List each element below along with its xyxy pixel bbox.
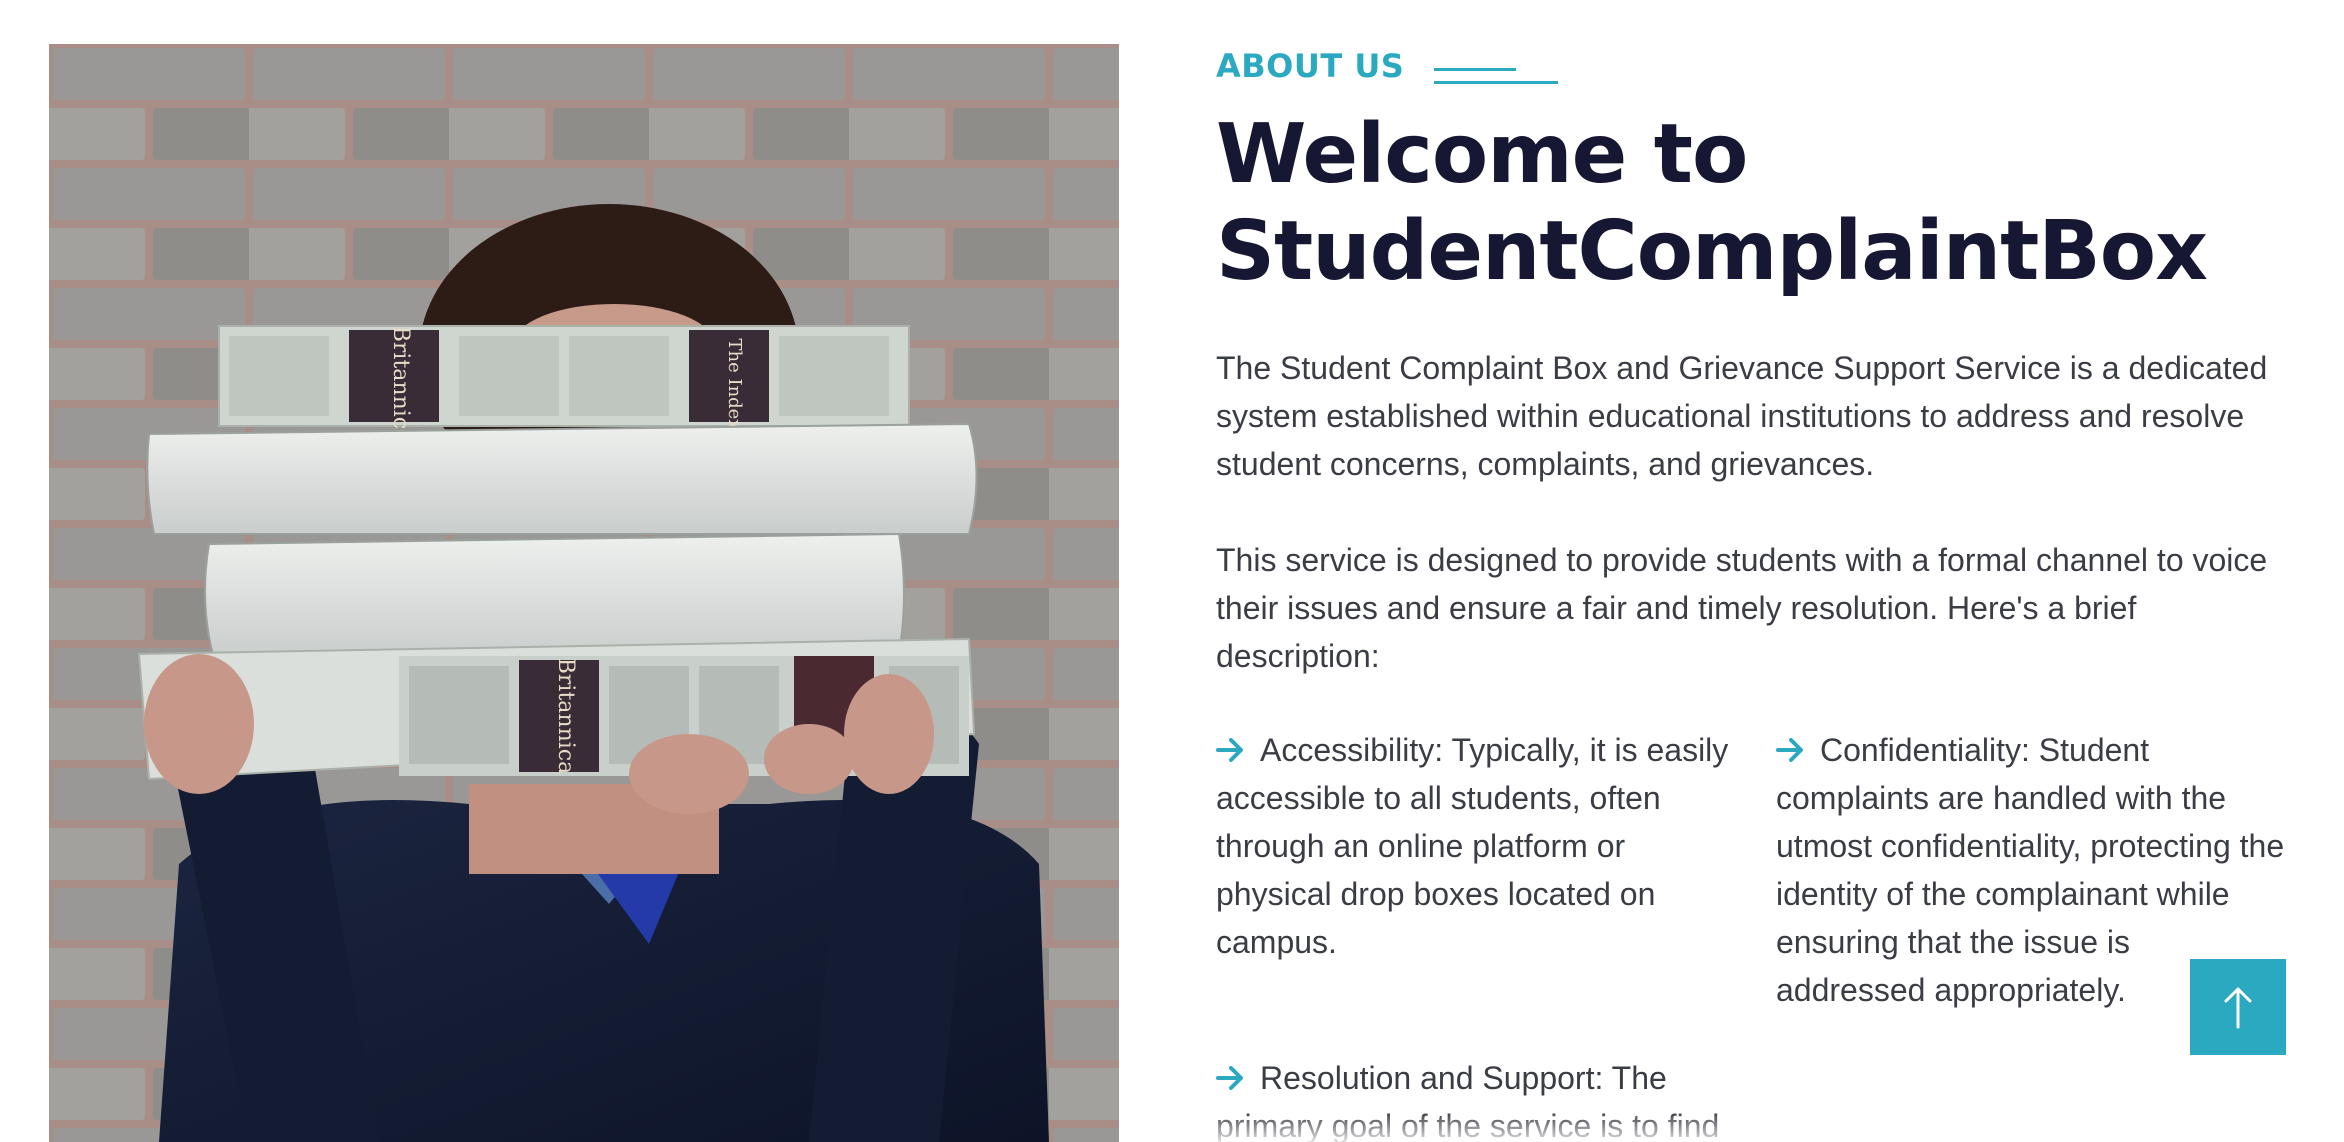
feature-text: Resolution and Support: The primary goal… — [1216, 1060, 1720, 1142]
arrow-up-icon — [2224, 987, 2252, 1029]
feature-item-accessibility: Accessibility: Typically, it is easily a… — [1216, 726, 1736, 1014]
arrow-right-icon — [1216, 1066, 1243, 1090]
feature-list: Accessibility: Typically, it is easily a… — [1216, 726, 2286, 1142]
title-line-1: Welcome to — [1216, 107, 1748, 202]
about-section: ABOUT US Welcome to StudentComplaintBox … — [1216, 44, 2286, 1142]
eyebrow-decoration — [1434, 54, 1559, 84]
section-eyebrow: ABOUT US — [1216, 44, 2286, 88]
svg-text:Britannica: Britannica — [553, 658, 578, 775]
arrow-right-icon — [1776, 738, 1803, 762]
page-title: Welcome to StudentComplaintBox — [1216, 106, 2286, 300]
title-line-2: StudentComplaintBox — [1216, 204, 2208, 299]
svg-text:Britannica: Britannica — [388, 326, 413, 443]
svg-text:The Index: The Index — [724, 338, 745, 429]
intro-paragraph: The Student Complaint Box and Grievance … — [1216, 350, 2268, 482]
about-image: Britannica The Index Britannica — [49, 44, 1119, 1142]
arrow-right-icon — [1216, 738, 1243, 762]
scroll-to-top-button[interactable] — [2190, 959, 2286, 1055]
books-photo: Britannica The Index Britannica — [49, 44, 1119, 1142]
eyebrow-label: ABOUT US — [1216, 47, 1405, 85]
feature-item-resolution: Resolution and Support: The primary goal… — [1216, 1054, 1736, 1142]
feature-text: Accessibility: Typically, it is easily a… — [1216, 732, 1729, 960]
description-paragraph: This service is designed to provide stud… — [1216, 542, 2268, 674]
